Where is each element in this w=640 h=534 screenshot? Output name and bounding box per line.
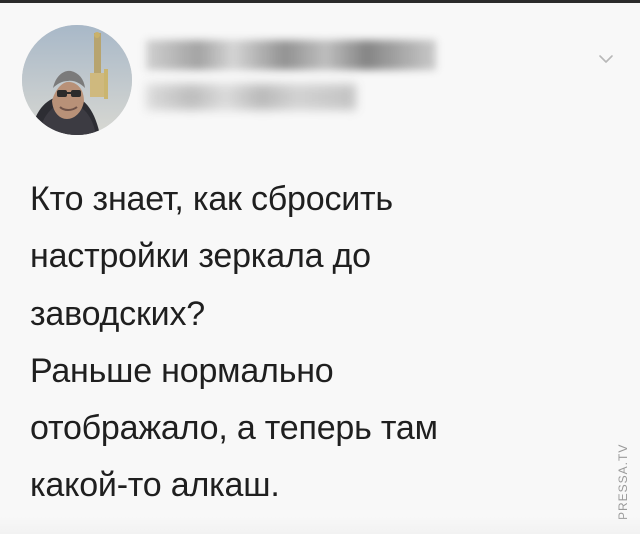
tweet-line: заводских? — [30, 294, 205, 333]
chevron-down-icon[interactable] — [596, 50, 616, 68]
tweet-line: Кто знает, как сбросить — [30, 180, 393, 218]
bottom-fade — [0, 516, 640, 534]
display-name-redacted — [146, 40, 436, 70]
avatar[interactable] — [22, 25, 132, 135]
tweet-line: какой-то алкаш. — [30, 466, 280, 505]
top-divider — [0, 0, 640, 3]
tweet-text: Кто знает, как сбросить настройки зеркал… — [30, 171, 570, 515]
tweet-line: отображало, а теперь там — [30, 409, 438, 448]
watermark: PRESSA.TV — [616, 443, 630, 520]
tweet-line: настройки зеркала до — [30, 237, 371, 276]
tweet-card: Кто знает, как сбросить настройки зеркал… — [0, 0, 640, 534]
handle-redacted — [146, 84, 356, 110]
tweet-line: Раньше нормально — [30, 351, 334, 390]
